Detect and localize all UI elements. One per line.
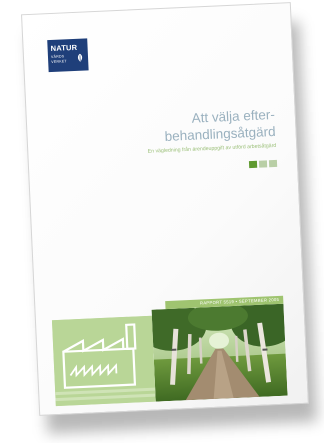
logo-sub-text-1: VÅRDS [50,54,65,60]
report-cover: NATUR VÅRDS VERKET Att välja efter- beha… [21,2,309,416]
logo-main-text: NATUR [50,42,78,54]
naturvardsverket-logo: NATUR VÅRDS VERKET [47,38,89,73]
stage: NATUR VÅRDS VERKET Att välja efter- beha… [0,0,324,443]
road-photo [151,303,288,402]
indicator-squares [248,159,278,169]
logo-sub-text-2: VERKET [51,59,67,65]
indicator-square [248,160,258,169]
factory-illustration [51,315,156,407]
indicator-square [258,160,268,168]
leaf-icon [77,53,83,62]
tree-avenue-image [151,303,288,402]
report-title: Att välja efter- behandlingsåtgärd [75,106,276,149]
factory-icon [51,315,156,407]
indicator-square [268,159,278,168]
